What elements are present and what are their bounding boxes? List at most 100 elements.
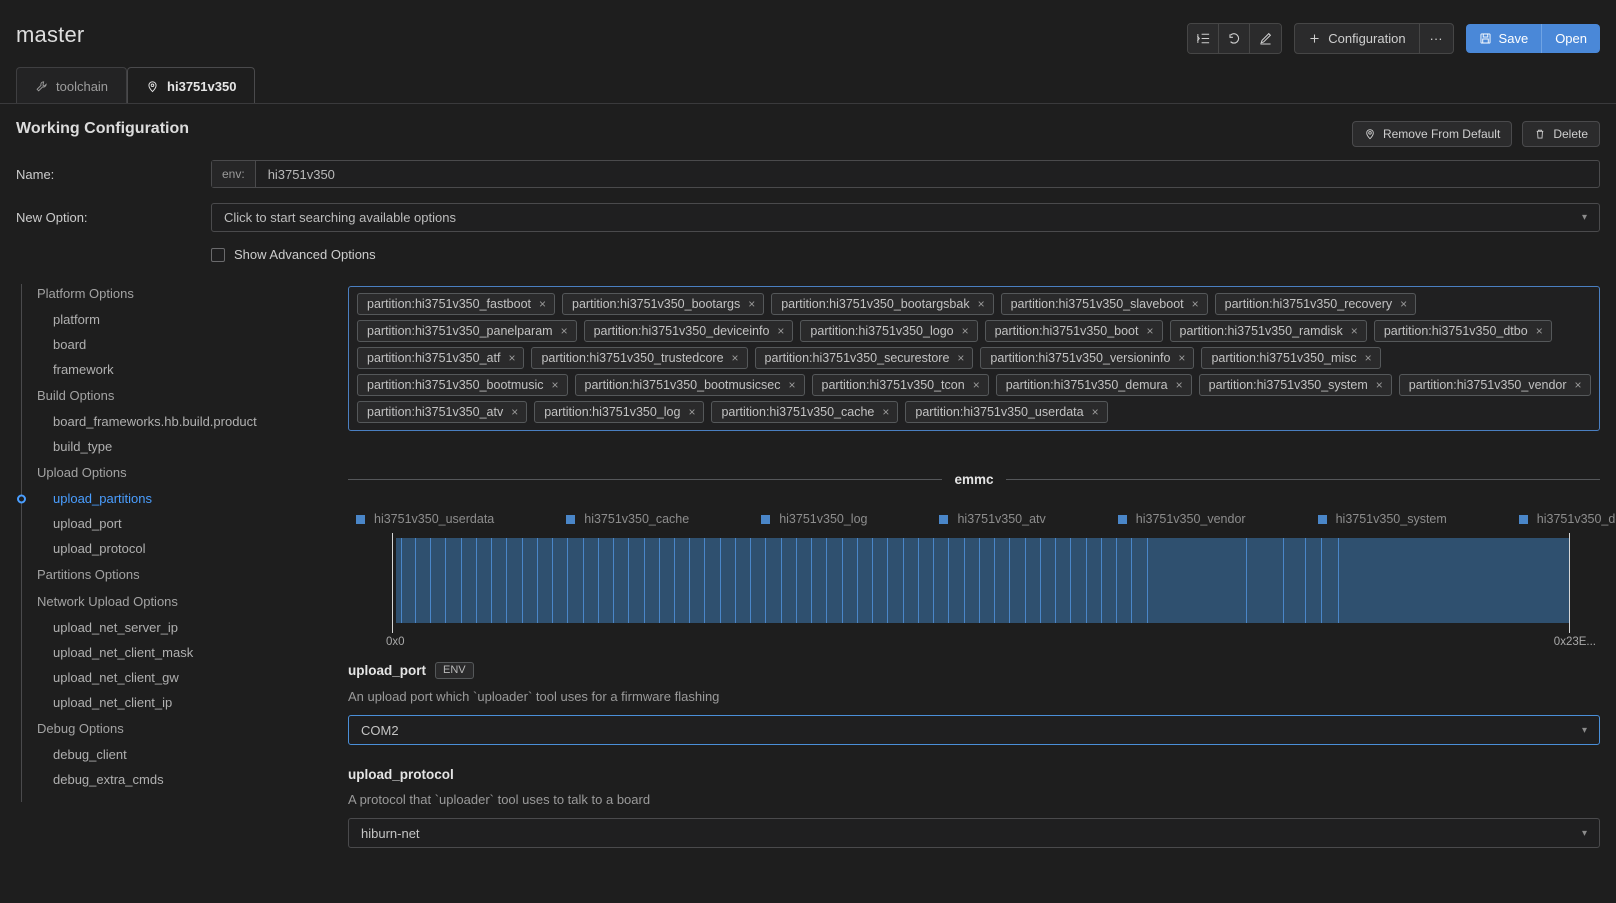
chart-legend-item[interactable]: hi3751v350_userdata — [356, 512, 494, 526]
remove-tag-icon[interactable]: × — [552, 378, 559, 392]
partition-tag[interactable]: partition:hi3751v350_securestore× — [755, 347, 974, 369]
partition-tag-label: partition:hi3751v350_bootmusicsec — [585, 378, 781, 392]
partition-tag[interactable]: partition:hi3751v350_cache× — [711, 401, 898, 423]
remove-tag-icon[interactable]: × — [1365, 351, 1372, 365]
remove-tag-icon[interactable]: × — [1178, 351, 1185, 365]
partition-tag[interactable]: partition:hi3751v350_atv× — [357, 401, 527, 423]
tree-item-upload-net-client-gw[interactable]: upload_net_client_gw — [16, 665, 336, 690]
partition-tag[interactable]: partition:hi3751v350_deviceinfo × — [584, 320, 794, 342]
tree-item-debug-extra-cmds[interactable]: debug_extra_cmds — [16, 767, 336, 792]
upload-port-select[interactable]: COM2 ▾ — [348, 715, 1600, 745]
emmc-partition-chart[interactable]: 0x0 0x23E... — [348, 533, 1600, 643]
tree-item-framework[interactable]: framework — [16, 357, 336, 382]
partition-tag[interactable]: partition:hi3751v350_logo× — [800, 320, 977, 342]
remove-tag-icon[interactable]: × — [1351, 324, 1358, 338]
partition-tag[interactable]: partition:hi3751v350_panelparam× — [357, 320, 577, 342]
partition-tag[interactable]: partition:hi3751v350_log× — [534, 401, 704, 423]
remove-tag-icon[interactable]: × — [1092, 405, 1099, 419]
new-option-search-input[interactable]: Click to start searching available optio… — [211, 203, 1600, 232]
remove-tag-icon[interactable]: × — [508, 351, 515, 365]
partition-tag[interactable]: partition:hi3751v350_tcon× — [812, 374, 989, 396]
show-advanced-options-toggle[interactable]: Show Advanced Options — [211, 247, 376, 262]
partition-tag[interactable]: partition:hi3751v350_misc× — [1201, 347, 1380, 369]
remove-from-default-button[interactable]: Remove From Default — [1352, 121, 1512, 147]
partition-tag[interactable]: partition:hi3751v350_userdata× — [905, 401, 1107, 423]
show-advanced-checkbox[interactable] — [211, 248, 225, 262]
remove-tag-icon[interactable]: × — [962, 324, 969, 338]
tree-item-debug-client[interactable]: debug_client — [16, 742, 336, 767]
partition-tag[interactable]: partition:hi3751v350_atf × — [357, 347, 524, 369]
remove-tag-icon[interactable]: × — [973, 378, 980, 392]
remove-tag-icon[interactable]: × — [561, 324, 568, 338]
chart-partition-divider — [842, 538, 843, 623]
remove-tag-icon[interactable]: × — [1536, 324, 1543, 338]
chart-legend-item[interactable]: hi3751v350_cache — [566, 512, 689, 526]
add-configuration-button[interactable]: Configuration — [1295, 24, 1419, 53]
open-button[interactable]: Open — [1542, 24, 1600, 53]
name-input[interactable]: env: hi3751v350 — [211, 160, 1600, 188]
remove-tag-icon[interactable]: × — [1146, 324, 1153, 338]
delete-button[interactable]: Delete — [1522, 121, 1600, 147]
remove-tag-icon[interactable]: × — [882, 405, 889, 419]
remove-tag-icon[interactable]: × — [978, 297, 985, 311]
remove-tag-icon[interactable]: × — [1400, 297, 1407, 311]
partition-tag[interactable]: partition:hi3751v350_slaveboot× — [1001, 293, 1208, 315]
partition-tag[interactable]: partition:hi3751v350_recovery× — [1215, 293, 1416, 315]
tree-item-upload-net-client-mask[interactable]: upload_net_client_mask — [16, 640, 336, 665]
tree-item-platform[interactable]: platform — [16, 307, 336, 332]
remove-tag-icon[interactable]: × — [748, 297, 755, 311]
remove-tag-icon[interactable]: × — [957, 351, 964, 365]
tree-item-board-frameworks-hb-build-product[interactable]: board_frameworks.hb.build.product — [16, 409, 336, 434]
tree-item-upload-port[interactable]: upload_port — [16, 511, 336, 536]
partition-tag[interactable]: partition:hi3751v350_boot× — [985, 320, 1163, 342]
partition-tag[interactable]: partition:hi3751v350_bootmusicsec × — [575, 374, 805, 396]
remove-tag-icon[interactable]: × — [688, 405, 695, 419]
tree-item-build-type[interactable]: build_type — [16, 434, 336, 459]
partition-tag[interactable]: partition:hi3751v350_trustedcore× — [531, 347, 747, 369]
remove-tag-icon[interactable]: × — [511, 405, 518, 419]
tree-item-upload-net-server-ip[interactable]: upload_net_server_ip — [16, 615, 336, 640]
partition-tag[interactable]: partition:hi3751v350_fastboot× — [357, 293, 555, 315]
partition-tag[interactable]: partition:hi3751v350_vendor× — [1399, 374, 1591, 396]
tree-item-board[interactable]: board — [16, 332, 336, 357]
name-label: Name: — [16, 167, 211, 182]
chart-legend-item[interactable]: hi3751v350_vendor — [1118, 512, 1246, 526]
upload-protocol-select[interactable]: hiburn-net ▾ — [348, 818, 1600, 848]
remove-tag-icon[interactable]: × — [1575, 378, 1582, 392]
partition-tag[interactable]: partition:hi3751v350_demura× — [996, 374, 1192, 396]
partition-tag[interactable]: partition:hi3751v350_system× — [1199, 374, 1392, 396]
remove-tag-icon[interactable]: × — [1192, 297, 1199, 311]
partition-tag[interactable]: partition:hi3751v350_versioninfo× — [980, 347, 1194, 369]
refresh-icon[interactable] — [1219, 24, 1250, 53]
more-options-button[interactable]: ··· — [1420, 24, 1453, 53]
tab-toolchain[interactable]: toolchain — [16, 67, 127, 104]
edit-icon[interactable] — [1250, 24, 1281, 53]
partition-tag-label: partition:hi3751v350_deviceinfo — [594, 324, 770, 338]
remove-from-default-label: Remove From Default — [1383, 127, 1500, 141]
partition-tag[interactable]: partition:hi3751v350_bootargsbak× — [771, 293, 993, 315]
upload-partitions-tag-list[interactable]: partition:hi3751v350_fastboot× partition:… — [348, 286, 1600, 431]
remove-tag-icon[interactable]: × — [732, 351, 739, 365]
tree-item-upload-partitions[interactable]: upload_partitions — [16, 486, 336, 511]
chart-partition-band[interactable] — [396, 538, 1569, 623]
partition-tag[interactable]: partition:hi3751v350_ramdisk× — [1170, 320, 1367, 342]
tree-item-upload-protocol[interactable]: upload_protocol — [16, 536, 336, 561]
save-button[interactable]: Save — [1466, 24, 1543, 53]
chart-legend-item[interactable]: hi3751v350_atv — [939, 512, 1045, 526]
partition-tag-label: partition:hi3751v350_atf — [367, 351, 500, 365]
remove-tag-icon[interactable]: × — [1176, 378, 1183, 392]
remove-tag-icon[interactable]: × — [1376, 378, 1383, 392]
chart-legend-item[interactable]: hi3751v350_log — [761, 512, 867, 526]
outline-icon[interactable] — [1188, 24, 1219, 53]
remove-tag-icon[interactable]: × — [789, 378, 796, 392]
partition-tag[interactable]: partition:hi3751v350_dtbo× — [1374, 320, 1552, 342]
header-toolbar: Configuration ··· Save Open — [1187, 23, 1600, 54]
chart-legend-item[interactable]: hi3751v350_demura — [1519, 512, 1616, 526]
tab-hi3751v350[interactable]: hi3751v350 — [127, 67, 255, 104]
remove-tag-icon[interactable]: × — [539, 297, 546, 311]
chart-legend-item[interactable]: hi3751v350_system — [1318, 512, 1447, 526]
partition-tag[interactable]: partition:hi3751v350_bootmusic× — [357, 374, 568, 396]
remove-tag-icon[interactable]: × — [777, 324, 784, 338]
tree-item-upload-net-client-ip[interactable]: upload_net_client_ip — [16, 690, 336, 715]
partition-tag[interactable]: partition:hi3751v350_bootargs× — [562, 293, 764, 315]
